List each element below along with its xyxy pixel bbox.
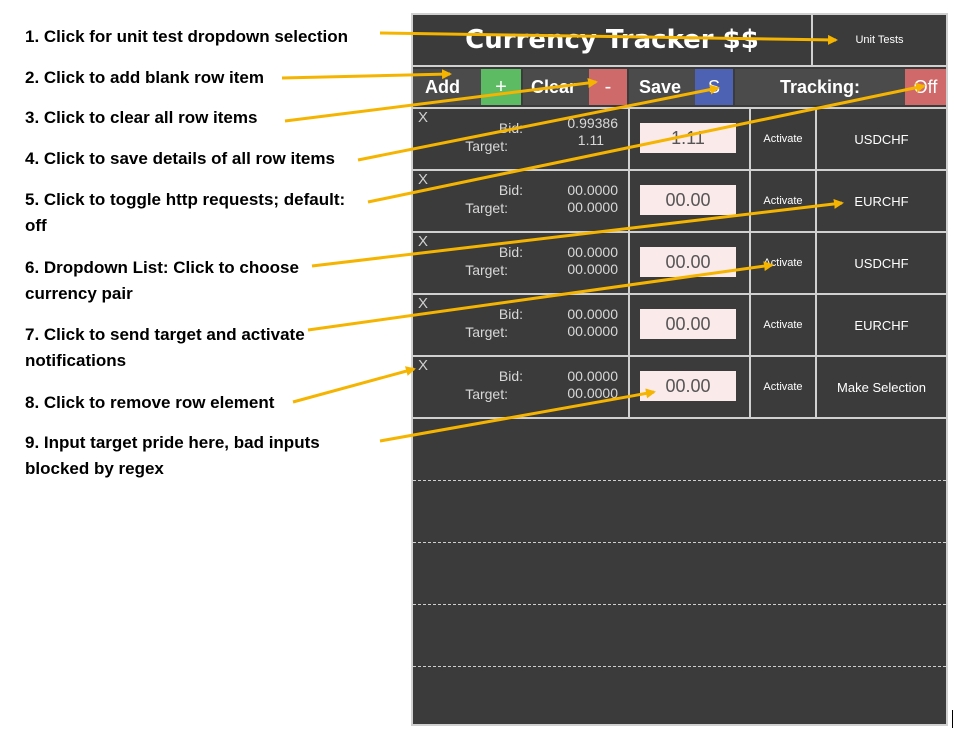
arrow-currency-pair — [311, 198, 844, 268]
arrow-activate — [307, 261, 774, 332]
arrow-add — [281, 69, 452, 80]
arrow-clear — [284, 78, 598, 123]
arrow-remove — [292, 366, 416, 404]
callout-arrows — [281, 31, 926, 443]
arrow-save — [357, 84, 720, 162]
arrow-target-input — [379, 388, 656, 443]
arrow-unit-tests — [379, 31, 838, 45]
